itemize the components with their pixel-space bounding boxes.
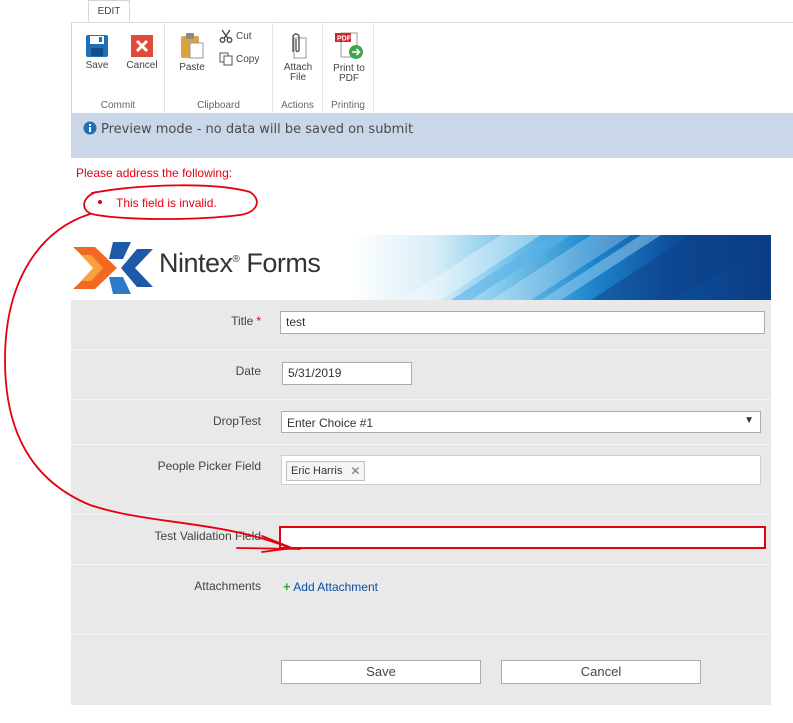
info-icon	[83, 121, 97, 135]
copy-label: Copy	[236, 53, 260, 65]
cut-button[interactable]: Cut	[219, 29, 252, 43]
commit-group-label: Commit	[100, 100, 136, 111]
brand-reg-mark: ®	[232, 254, 240, 265]
test-validation-input[interactable]	[279, 526, 766, 549]
nintex-logo-icon	[73, 242, 153, 294]
form-row-date: Date 5/31/2019	[71, 350, 771, 430]
brand-product: Forms	[246, 248, 321, 278]
date-label: Date	[235, 364, 261, 378]
droptest-selected-value: Enter Choice #1	[287, 416, 374, 430]
add-attachment-text: Add Attachment	[293, 580, 378, 594]
droptest-label: DropTest	[212, 414, 261, 428]
pdf-badge-text: PDF	[337, 36, 352, 43]
pdf-icon: PDF	[335, 32, 363, 59]
attach-file-label: Attach File	[283, 62, 313, 83]
attach-file-button[interactable]: Attach File	[282, 32, 314, 83]
dropdown-arrow-icon: ▼	[744, 415, 754, 426]
scissors-icon	[219, 29, 233, 43]
copy-icon	[219, 52, 233, 66]
cancel-icon	[131, 35, 153, 57]
tab-edit[interactable]: EDIT	[88, 0, 130, 22]
copy-button[interactable]: Copy	[219, 52, 259, 66]
date-input[interactable]: 5/31/2019	[282, 362, 412, 385]
save-ribbon-button[interactable]: Save	[84, 34, 110, 71]
cancel-ribbon-button[interactable]: Cancel	[124, 34, 160, 71]
print-to-pdf-button[interactable]: PDF Print to PDF	[329, 31, 369, 84]
ribbon-group-printing: PDF Print to PDF Printing	[323, 23, 374, 114]
paste-button[interactable]: Paste	[177, 32, 207, 73]
people-picker-field[interactable]: Eric Harris ✕	[281, 455, 761, 485]
ribbon-group-actions: Attach File Actions	[273, 23, 323, 114]
paste-icon	[181, 33, 204, 59]
plus-icon: +	[283, 579, 291, 594]
cancel-ribbon-label: Cancel	[126, 60, 158, 71]
ribbon: Save Cancel Commit Paste Cut Copy Clipbo…	[71, 23, 793, 114]
title-input[interactable]: test	[280, 311, 765, 334]
printing-group-label: Printing	[331, 100, 365, 111]
save-ribbon-label: Save	[85, 60, 109, 71]
required-marker: *	[256, 314, 261, 328]
form-row-people: People Picker Field Eric Harris ✕	[71, 445, 771, 515]
clipboard-group-label: Clipboard	[197, 100, 240, 111]
title-label: Title *	[231, 314, 261, 328]
preview-status-bar: Preview mode - no data will be saved on …	[71, 114, 793, 158]
person-chip: Eric Harris ✕	[286, 461, 366, 481]
brand-name: Nintex	[159, 248, 233, 278]
ribbon-group-commit: Save Cancel Commit	[72, 23, 165, 114]
preview-status-text: Preview mode - no data will be saved on …	[101, 122, 414, 137]
droptest-select[interactable]: Enter Choice #1 ▼	[281, 411, 761, 433]
attachments-label: Attachments	[194, 579, 261, 593]
save-button[interactable]: Save	[281, 660, 481, 684]
test-validation-label: Test Validation Field	[154, 529, 262, 543]
form-row-droptest: DropTest Enter Choice #1 ▼	[71, 400, 771, 445]
remove-person-icon[interactable]: ✕	[350, 464, 360, 478]
nintex-forms-banner: Nintex® Forms	[71, 235, 771, 300]
brand-wordmark: Nintex® Forms	[159, 248, 321, 279]
actions-group-label: Actions	[281, 100, 314, 111]
form-row-attachments: Attachments + Add Attachment	[71, 565, 771, 635]
validation-heading: Please address the following:	[76, 166, 233, 180]
validation-item-text: This field is invalid.	[116, 196, 217, 210]
paperclip-icon	[292, 33, 307, 59]
form-row-title: Title * test	[71, 300, 771, 350]
ribbon-group-clipboard: Paste Cut Copy Clipboard	[165, 23, 273, 114]
paste-label: Paste	[179, 62, 205, 73]
person-name: Eric Harris	[291, 465, 343, 477]
bullet-icon	[98, 200, 102, 204]
title-label-text: Title	[231, 314, 254, 328]
ribbon-tabstrip: EDIT	[71, 0, 793, 23]
cut-label: Cut	[236, 30, 252, 42]
people-picker-label: People Picker Field	[157, 459, 261, 473]
cancel-button[interactable]: Cancel	[501, 660, 701, 684]
add-attachment-link[interactable]: + Add Attachment	[283, 579, 378, 594]
print-to-pdf-label: Print to PDF	[333, 63, 365, 84]
form-panel: Title * test Date 5/31/2019 DropTest Ente…	[71, 300, 771, 705]
form-row-test-validation: Test Validation Field	[71, 515, 771, 565]
save-icon	[86, 35, 108, 57]
